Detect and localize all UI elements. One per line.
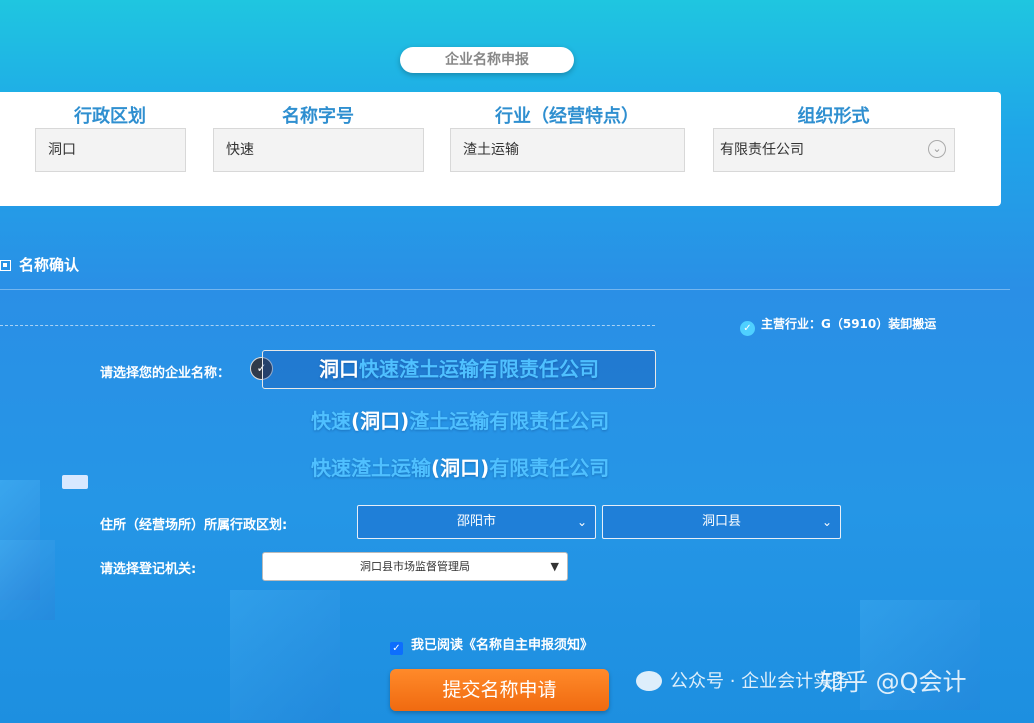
agree-checkbox-row[interactable]: ✓ 我已阅读《名称自主申报须知》 xyxy=(390,634,593,655)
label-org-form: 组织形式 xyxy=(797,106,870,127)
decor-block xyxy=(0,540,55,620)
divider xyxy=(0,289,1010,290)
submit-button[interactable]: 提交名称申请 xyxy=(390,669,609,711)
brand-input[interactable]: 快速 xyxy=(213,128,424,172)
select-name-label: 请选择您的企业名称： xyxy=(100,366,231,381)
check-circle-icon: ✓ xyxy=(740,321,755,336)
chevron-down-icon: ⌄ xyxy=(928,140,946,158)
district-input[interactable]: 洞口 xyxy=(35,128,186,172)
wechat-icon xyxy=(636,671,662,691)
authority-label: 请选择登记机关: xyxy=(100,562,197,577)
dashed-divider xyxy=(0,325,655,326)
name-option-2[interactable]: 快速(洞口)渣土运输有限责任公司 xyxy=(311,405,609,434)
label-brand: 名称字号 xyxy=(282,106,354,127)
watermark-right: 知乎 @Q会计 xyxy=(820,668,967,696)
authority-select[interactable]: 洞口县市场监督管理局 ▼ xyxy=(262,552,568,581)
square-dot-icon xyxy=(0,260,11,271)
industry-input[interactable]: 渣土运输 xyxy=(450,128,685,172)
triangle-down-icon: ▼ xyxy=(550,560,559,573)
page-title: 企业名称申报 xyxy=(400,47,574,73)
checkbox-icon[interactable]: ✓ xyxy=(390,642,403,655)
org-form-value: 有限责任公司 xyxy=(720,142,804,158)
watermark-left: 公众号 · 企业会计实务 xyxy=(636,667,849,693)
chart-icon xyxy=(62,475,88,489)
decor-block xyxy=(230,590,340,720)
city-select[interactable]: 邵阳市 ⌄ xyxy=(357,505,596,539)
section-title: 名称确认 xyxy=(0,254,79,275)
name-option-1[interactable]: 洞口快速渣土运输有限责任公司 xyxy=(262,350,656,389)
label-industry: 行业（经营特点） xyxy=(495,106,639,127)
county-select[interactable]: 洞口县 ⌄ xyxy=(602,505,841,539)
label-district: 行政区划 xyxy=(74,106,146,127)
chevron-down-icon: ⌄ xyxy=(821,515,832,529)
name-form-panel: 行政区划 名称字号 行业（经营特点） 组织形式 洞口 快速 渣土运输 有限责任公… xyxy=(0,92,1001,206)
main-industry: ✓ 主营行业：G（5910）装卸搬运 xyxy=(740,315,936,336)
chevron-down-icon: ⌄ xyxy=(576,515,587,529)
name-option-3[interactable]: 快速渣土运输(洞口)有限责任公司 xyxy=(311,452,609,481)
org-form-select[interactable]: 有限责任公司 ⌄ xyxy=(713,128,955,172)
address-label: 住所（经营场所）所属行政区划: xyxy=(100,518,288,533)
